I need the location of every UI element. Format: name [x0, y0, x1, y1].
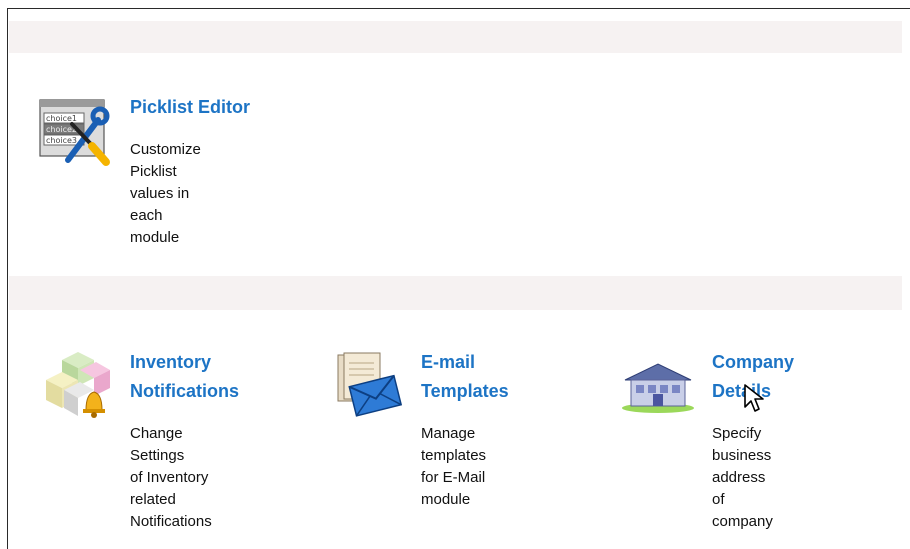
picklist-editor-link[interactable]: Picklist Editor [130, 93, 250, 122]
description-line: address of [712, 469, 766, 508]
email-templates-link[interactable]: E-mail Templates [421, 348, 509, 406]
company-details-description: Specify business address of company [712, 423, 773, 533]
inventory-notifications-description: Change Settings of Inventory related Not… [130, 423, 212, 533]
picklist-choice-text: choice3 [46, 136, 77, 145]
title-line: Templates [421, 381, 509, 401]
mouse-pointer-icon [744, 384, 764, 412]
title-line: Company [712, 352, 795, 372]
description-line: module [130, 229, 180, 246]
title-line: Notifications [130, 381, 240, 401]
company-building-icon[interactable] [621, 360, 695, 416]
description-line: company [712, 513, 773, 530]
description-line: of Inventory [130, 469, 209, 486]
picklist-editor-icon[interactable]: choice1 choice2 choice3 [38, 96, 112, 168]
section-header-band [9, 21, 902, 53]
email-templates-icon[interactable] [334, 351, 404, 417]
title-line: E-mail [421, 352, 476, 372]
section-header-band [9, 276, 902, 310]
description-line: Notifications [130, 513, 212, 530]
inventory-notifications-link[interactable]: Inventory Notifications [130, 348, 239, 406]
email-templates-description: Manage templates for E-Mail module [421, 423, 486, 511]
description-line: Customize Picklist [130, 141, 201, 180]
description-line: Specify business [712, 425, 772, 464]
description-line: related [130, 491, 176, 508]
title-line: Inventory [130, 352, 212, 372]
picklist-choice-text: choice1 [46, 114, 77, 123]
inventory-notification-icon[interactable] [42, 350, 112, 420]
description-line: for E-Mail module [421, 469, 486, 508]
description-line: values in each [130, 185, 190, 224]
picklist-editor-description: Customize Picklist values in each module [130, 139, 201, 249]
description-line: Manage templates [421, 425, 487, 464]
description-line: Change Settings [130, 425, 185, 464]
